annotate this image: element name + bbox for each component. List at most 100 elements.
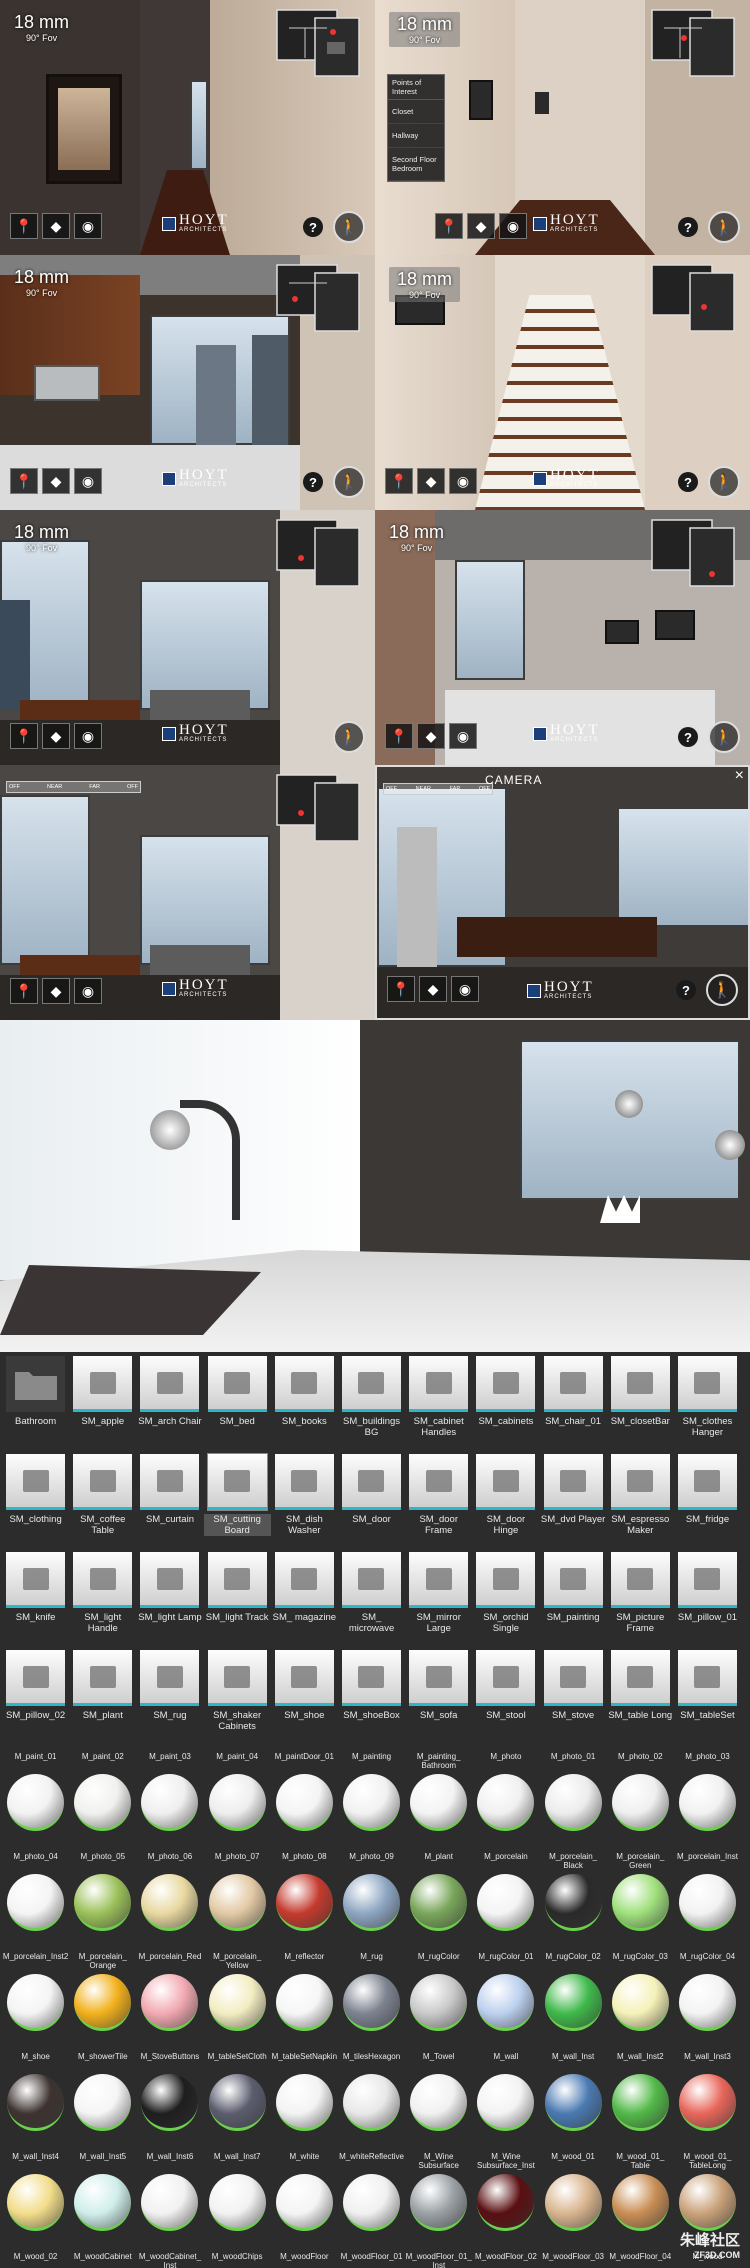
material-tile[interactable]: M_woodFloor — [271, 2252, 338, 2268]
material-tile[interactable]: M_wall_Inst6 — [136, 2152, 203, 2252]
asset-tile[interactable]: SM_door Frame — [405, 1452, 472, 1550]
material-tile[interactable]: M_porcelain_ Yellow — [204, 1952, 271, 2052]
dof-off-right[interactable]: OFF — [127, 784, 138, 790]
asset-tile[interactable]: SM_espresso Maker — [607, 1452, 674, 1550]
asset-tile[interactable]: SM_knife — [2, 1550, 69, 1648]
viewport-vr-kitchen[interactable] — [0, 1020, 750, 1352]
depth-of-field-slider[interactable]: OFF NEAR FAR OFF — [383, 783, 493, 795]
material-tile[interactable]: M_woodFloor_01 — [338, 2252, 405, 2268]
material-tile[interactable]: M_white — [271, 2152, 338, 2252]
material-tile[interactable]: M_reflector — [271, 1952, 338, 2052]
asset-tile[interactable]: SM_cutting Board — [203, 1452, 271, 1550]
location-pin-icon[interactable]: 📍 — [385, 468, 413, 494]
poi-item-closet[interactable]: Closet — [388, 100, 444, 124]
asset-tile[interactable]: SM_ magazine — [271, 1550, 338, 1648]
paint-bucket-icon[interactable]: ◆ — [417, 468, 445, 494]
location-pin-icon[interactable]: 📍 — [385, 723, 413, 749]
help-button[interactable]: ? — [678, 472, 698, 492]
material-tile[interactable]: M_woodChips — [204, 2252, 271, 2268]
material-tile[interactable]: M_whiteReflective — [338, 2152, 405, 2252]
camera-icon[interactable]: ◉ — [449, 723, 477, 749]
material-tile[interactable]: M_rugColor_04 — [674, 1952, 741, 2052]
help-button[interactable]: ? — [303, 217, 323, 237]
asset-tile[interactable]: SM_coffee Table — [69, 1452, 136, 1550]
material-tile[interactable]: M_photo_06 — [136, 1852, 203, 1952]
material-tile[interactable]: M_photo_05 — [69, 1852, 136, 1952]
material-tile[interactable]: M_rugColor — [405, 1952, 472, 2052]
paint-bucket-icon[interactable]: ◆ — [42, 213, 70, 239]
material-tile[interactable]: M_rug — [338, 1952, 405, 2052]
paint-bucket-icon[interactable]: ◆ — [467, 213, 495, 239]
asset-tile[interactable]: SM_light Lamp — [136, 1550, 203, 1648]
location-pin-icon[interactable]: 📍 — [10, 213, 38, 239]
asset-tile[interactable]: SM_rug — [136, 1648, 203, 1746]
material-tile[interactable]: M_porcelain_ Green — [607, 1852, 674, 1952]
material-tile[interactable]: M_porcelain_Inst — [674, 1852, 741, 1952]
asset-tile[interactable]: SM_chair_01 — [540, 1354, 607, 1452]
material-tile[interactable]: M_photo_04 — [2, 1852, 69, 1952]
material-tile[interactable]: M_paint_03 — [136, 1752, 203, 1852]
camera-icon[interactable]: ◉ — [74, 213, 102, 239]
asset-tile[interactable]: SM_apple — [69, 1354, 136, 1452]
asset-tile[interactable]: SM_shaker Cabinets — [204, 1648, 271, 1746]
floorplan-minimap[interactable] — [275, 8, 363, 80]
material-tile[interactable]: M_photo_07 — [204, 1852, 271, 1952]
paint-bucket-icon[interactable]: ◆ — [42, 978, 70, 1004]
dof-off-left[interactable]: OFF — [386, 786, 397, 792]
material-tile[interactable]: M_woodFloor_02 — [472, 2252, 539, 2268]
material-tile[interactable]: M_showerTile — [69, 2052, 136, 2152]
material-tile[interactable]: M_wall_Inst2 — [607, 2052, 674, 2152]
camera-icon[interactable]: ◉ — [74, 723, 102, 749]
viewport-living-dof[interactable]: OFF NEAR FAR OFF HOYT ARCHITECTS 📍 ◆ ◉ — [0, 765, 375, 1020]
asset-tile[interactable]: SM_bed — [204, 1354, 271, 1452]
material-tile[interactable]: M_rugColor_03 — [607, 1952, 674, 2052]
asset-tile[interactable]: SM_closetBar — [607, 1354, 674, 1452]
material-tile[interactable]: M_painting_ Bathroom — [405, 1752, 472, 1852]
material-tile[interactable]: M_StoveButtons — [136, 2052, 203, 2152]
material-tile[interactable]: M_photo_08 — [271, 1852, 338, 1952]
help-button[interactable]: ? — [676, 980, 696, 1000]
material-tile[interactable]: M_photo — [472, 1752, 539, 1852]
material-tile[interactable]: M_woodCabinet_ Inst — [136, 2252, 203, 2268]
asset-tile[interactable]: SM_stool — [472, 1648, 539, 1746]
walk-mode-icon[interactable]: 🚶 — [333, 211, 365, 243]
material-tile[interactable]: M_Towel — [405, 2052, 472, 2152]
material-tile[interactable]: M_wall — [472, 2052, 539, 2152]
asset-tile[interactable]: SM_cabinets — [472, 1354, 539, 1452]
viewport-hallway-mirror[interactable]: 18 mm 90° Fov HOYT ARCHITECTS 📍 ◆ ◉ ? 🚶 — [0, 0, 375, 255]
floorplan-minimap[interactable] — [650, 8, 738, 80]
help-button[interactable]: ? — [678, 727, 698, 747]
material-tile[interactable]: M_paintDoor_01 — [271, 1752, 338, 1852]
material-tile[interactable]: M_tableSetNapkin — [271, 2052, 338, 2152]
asset-tile[interactable]: SM_dish Washer — [271, 1452, 338, 1550]
floorplan-minimap[interactable] — [275, 263, 363, 335]
floorplan-minimap[interactable] — [275, 518, 363, 590]
asset-tile[interactable]: SM_books — [271, 1354, 338, 1452]
material-tile[interactable]: M_shoe — [2, 2052, 69, 2152]
folder-tile[interactable]: Bathroom — [2, 1354, 69, 1452]
material-tile[interactable]: M_tableSetCloth — [204, 2052, 271, 2152]
material-tile[interactable]: M_plant — [405, 1852, 472, 1952]
asset-tile[interactable]: SM_door Hinge — [472, 1452, 539, 1550]
floorplan-minimap[interactable] — [650, 518, 738, 590]
asset-tile[interactable]: SM_painting — [540, 1550, 607, 1648]
asset-tile[interactable]: SM_sofa — [405, 1648, 472, 1746]
walk-mode-icon[interactable]: 🚶 — [333, 466, 365, 498]
material-tile[interactable]: M_wood_01_ Table — [607, 2152, 674, 2252]
material-tile[interactable]: M_photo_02 — [607, 1752, 674, 1852]
viewport-stairs[interactable]: 18 mm 90° Fov HOYT ARCHITECTS 📍 ◆ ◉ ? 🚶 — [375, 255, 750, 510]
asset-tile[interactable]: SM_pillow_02 — [2, 1648, 69, 1746]
material-tile[interactable]: M_Wine Subsurface_Inst — [472, 2152, 539, 2252]
material-tile[interactable]: M_wall_Inst3 — [674, 2052, 741, 2152]
material-tile[interactable]: M_wood_01 — [540, 2152, 607, 2252]
location-pin-icon[interactable]: 📍 — [10, 978, 38, 1004]
asset-tile[interactable]: SM_shoeBox — [338, 1648, 405, 1746]
poi-item-second-floor-bedroom[interactable]: Second Floor Bedroom — [388, 148, 444, 181]
asset-tile[interactable]: SM_plant — [69, 1648, 136, 1746]
asset-tile[interactable]: SM_buildings BG — [338, 1354, 405, 1452]
viewport-camera-mode[interactable]: OFF NEAR FAR OFF CAMERA × HOYT ARCHITECTS… — [375, 765, 750, 1020]
paint-bucket-icon[interactable]: ◆ — [42, 468, 70, 494]
material-tile[interactable]: M_wall_Inst4 — [2, 2152, 69, 2252]
material-tile[interactable]: M_wall_Inst5 — [69, 2152, 136, 2252]
material-tile[interactable]: M_porcelain_ Orange — [69, 1952, 136, 2052]
